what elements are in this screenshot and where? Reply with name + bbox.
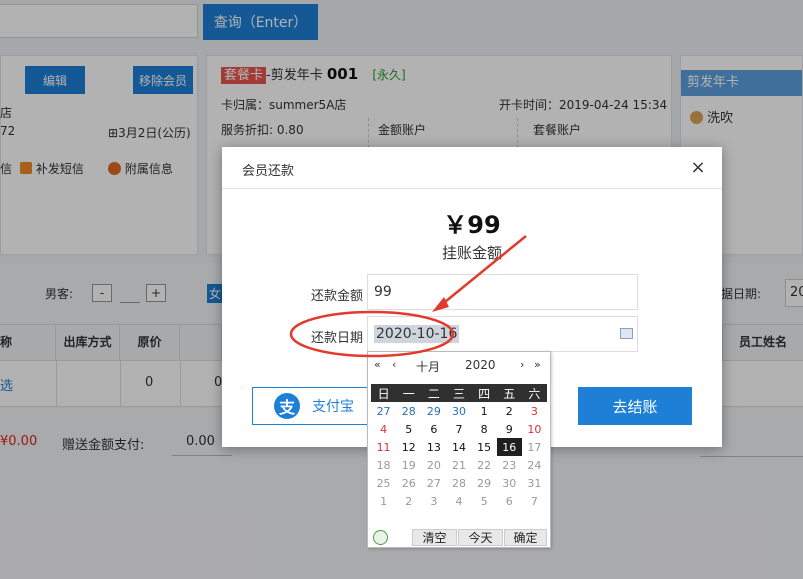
owed-amount: ￥99 bbox=[443, 211, 501, 239]
repay-date-label: 还款日期 bbox=[310, 331, 363, 346]
alipay-icon: 支 bbox=[274, 393, 300, 419]
weekday-header: 一 bbox=[396, 384, 422, 402]
calendar-day[interactable]: 1 bbox=[472, 402, 497, 420]
repay-date-input[interactable]: 2020-10-16 bbox=[367, 316, 638, 352]
calendar-day[interactable]: 5 bbox=[396, 420, 421, 438]
calendar-day[interactable]: 4 bbox=[371, 420, 396, 438]
calendar-day[interactable]: 29 bbox=[421, 402, 446, 420]
calendar-day[interactable]: 2 bbox=[497, 402, 522, 420]
next-year-icon[interactable]: » bbox=[534, 358, 541, 371]
calendar-day[interactable]: 10 bbox=[522, 420, 547, 438]
calendar-day[interactable]: 31 bbox=[522, 474, 547, 492]
repay-date-value: 2020-10-16 bbox=[374, 325, 460, 343]
checkout-button[interactable]: 去结账 bbox=[578, 387, 692, 425]
calendar-day[interactable]: 7 bbox=[522, 492, 547, 510]
calendar-day[interactable]: 12 bbox=[396, 438, 421, 456]
calendar-day[interactable]: 27 bbox=[371, 402, 396, 420]
alipay-label: 支付宝 bbox=[312, 398, 354, 414]
calendar-day-selected[interactable]: 16 bbox=[496, 438, 522, 456]
calendar-day[interactable]: 11 bbox=[371, 438, 396, 456]
calendar-day[interactable]: 15 bbox=[472, 438, 497, 456]
calendar-day[interactable]: 25 bbox=[371, 474, 396, 492]
weekday-header: 五 bbox=[496, 384, 522, 402]
prev-month-icon[interactable]: ‹ bbox=[392, 358, 396, 371]
calendar-day[interactable]: 4 bbox=[446, 492, 471, 510]
weekday-header: 三 bbox=[446, 384, 472, 402]
calendar-day[interactable]: 2 bbox=[396, 492, 421, 510]
calendar-day[interactable]: 19 bbox=[396, 456, 421, 474]
calendar-day[interactable]: 9 bbox=[497, 420, 522, 438]
clear-date-button[interactable]: 清空 bbox=[412, 529, 457, 546]
calendar-day[interactable]: 3 bbox=[522, 402, 547, 420]
alipay-button[interactable]: 支 支付宝 bbox=[252, 387, 370, 425]
calendar-day[interactable]: 30 bbox=[446, 402, 471, 420]
weekday-header: 六 bbox=[521, 384, 547, 402]
calendar-day[interactable]: 21 bbox=[446, 456, 471, 474]
calendar-icon[interactable] bbox=[620, 328, 633, 339]
calendar-day[interactable]: 6 bbox=[421, 420, 446, 438]
calendar-year[interactable]: 2020 bbox=[465, 358, 496, 372]
repay-amount-input[interactable] bbox=[367, 274, 638, 310]
calendar-day[interactable]: 28 bbox=[446, 474, 471, 492]
calendar-day[interactable]: 23 bbox=[497, 456, 522, 474]
calendar-day[interactable]: 27 bbox=[421, 474, 446, 492]
calendar-day[interactable]: 30 bbox=[497, 474, 522, 492]
calendar-day[interactable]: 20 bbox=[421, 456, 446, 474]
confirm-date-button[interactable]: 确定 bbox=[504, 529, 547, 546]
weekday-header: 日 bbox=[371, 384, 397, 402]
repay-amount-label: 还款金额 bbox=[310, 289, 363, 304]
calendar-day[interactable]: 7 bbox=[446, 420, 471, 438]
calendar-footer: 清空 今天 确定 bbox=[371, 529, 547, 546]
calendar-month[interactable]: 十月 bbox=[416, 358, 440, 375]
dialog-header: 会员还款 × bbox=[222, 147, 722, 189]
calendar-day[interactable]: 17 bbox=[522, 438, 547, 456]
weekday-header: 二 bbox=[421, 384, 447, 402]
calendar-day[interactable]: 5 bbox=[472, 492, 497, 510]
owed-amount-label: 挂账金额 bbox=[441, 244, 502, 262]
today-button[interactable]: 今天 bbox=[458, 529, 503, 546]
calendar-day[interactable]: 14 bbox=[446, 438, 471, 456]
calendar-day[interactable]: 29 bbox=[472, 474, 497, 492]
calendar-day[interactable]: 3 bbox=[421, 492, 446, 510]
calendar-grid: 日 一 二 三 四 五 六 27 28 29 30 1 2 3 4 5 6 7 … bbox=[371, 384, 547, 510]
calendar-day[interactable]: 22 bbox=[472, 456, 497, 474]
calendar-day[interactable]: 18 bbox=[371, 456, 396, 474]
calendar-day[interactable]: 6 bbox=[497, 492, 522, 510]
calendar-day[interactable]: 26 bbox=[396, 474, 421, 492]
clock-icon[interactable] bbox=[373, 530, 388, 545]
prev-year-icon[interactable]: « bbox=[374, 358, 381, 371]
weekday-header: 四 bbox=[471, 384, 497, 402]
calendar-day[interactable]: 13 bbox=[421, 438, 446, 456]
calendar-day[interactable]: 8 bbox=[472, 420, 497, 438]
close-icon[interactable]: × bbox=[688, 158, 708, 178]
date-picker-popup: « ‹ 十月 2020 › » 日 一 二 三 四 五 六 27 28 29 3… bbox=[367, 351, 551, 548]
calendar-day[interactable]: 24 bbox=[522, 456, 547, 474]
dialog-title: 会员还款 bbox=[242, 164, 295, 179]
next-month-icon[interactable]: › bbox=[520, 358, 524, 371]
calendar-day[interactable]: 1 bbox=[371, 492, 396, 510]
calendar-day[interactable]: 28 bbox=[396, 402, 421, 420]
